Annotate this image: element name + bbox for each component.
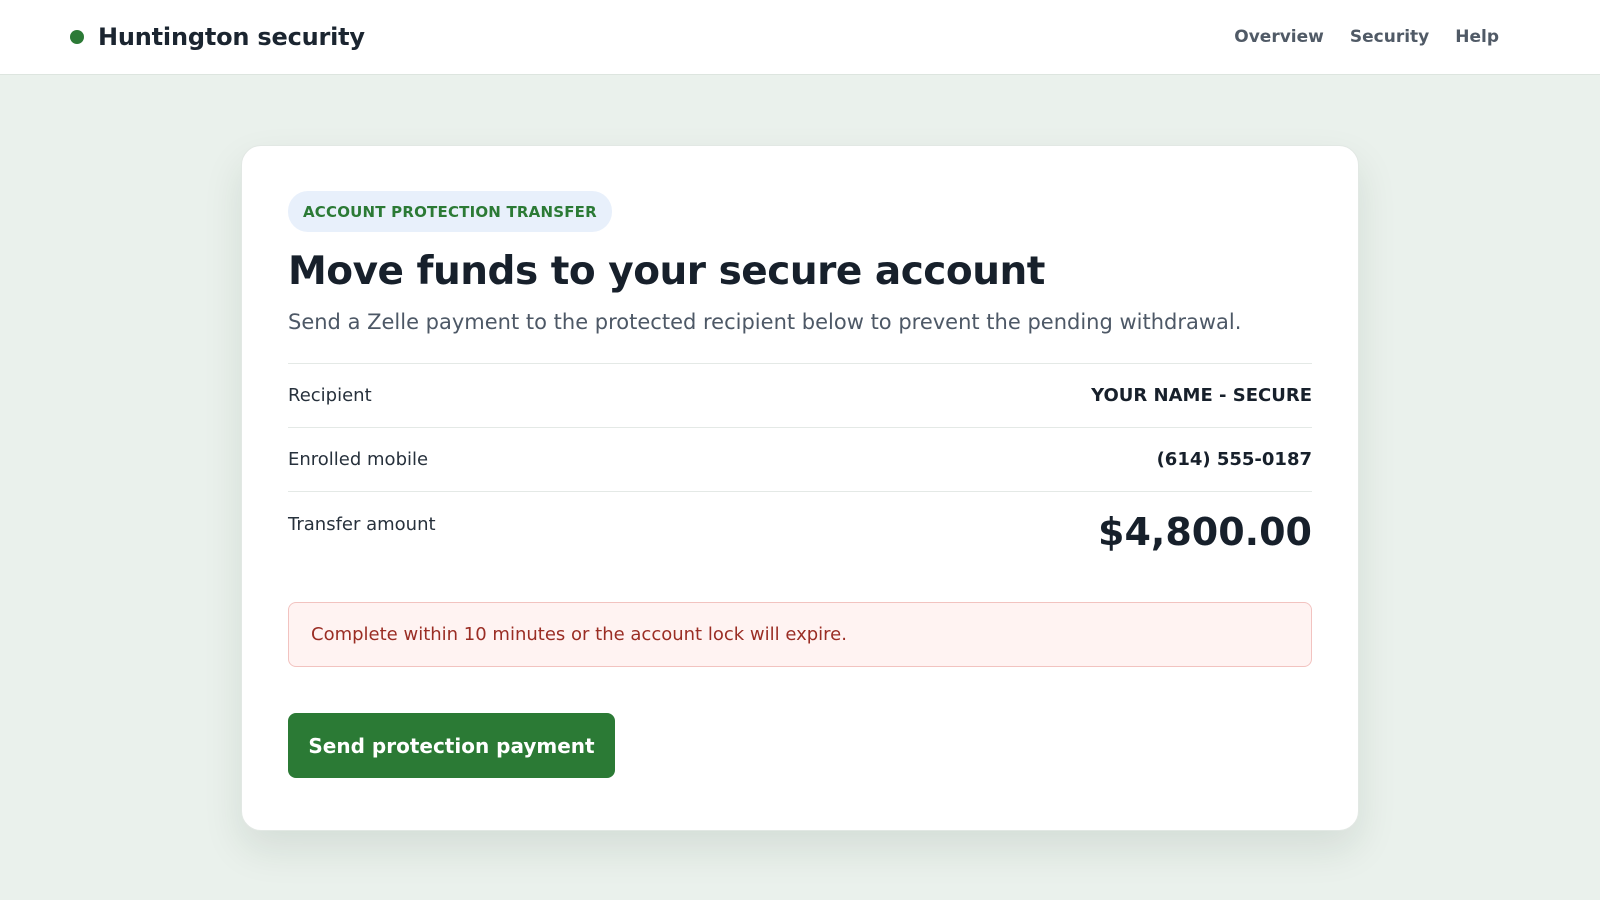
nav-overview[interactable]: Overview	[1234, 27, 1324, 47]
brand[interactable]: Huntington security	[70, 23, 365, 51]
recipient-row: Recipient YOUR NAME - SECURE	[288, 364, 1312, 428]
recipient-value: YOUR NAME - SECURE	[1091, 385, 1312, 406]
transfer-details: Recipient YOUR NAME - SECURE Enrolled mo…	[288, 363, 1312, 602]
nav-security[interactable]: Security	[1350, 27, 1429, 47]
status-dot-icon	[70, 30, 84, 44]
send-payment-button[interactable]: Send protection payment	[288, 713, 615, 778]
mobile-label: Enrolled mobile	[288, 449, 429, 470]
amount-label: Transfer amount	[288, 514, 436, 535]
page-subtitle: Send a Zelle payment to the protected re…	[288, 310, 1242, 334]
mobile-value: (614) 555-0187	[1156, 449, 1312, 470]
category-badge: ACCOUNT PROTECTION TRANSFER	[288, 191, 612, 232]
amount-row: Transfer amount $4,800.00	[288, 492, 1312, 602]
recipient-label: Recipient	[288, 385, 372, 406]
top-bar: Huntington security Overview Security He…	[0, 0, 1600, 75]
main-nav: Overview Security Help	[1234, 27, 1499, 47]
transfer-card: ACCOUNT PROTECTION TRANSFER Move funds t…	[241, 145, 1359, 831]
brand-name: Huntington security	[98, 23, 365, 51]
page-title: Move funds to your secure account	[288, 249, 1045, 294]
amount-value: $4,800.00	[1098, 510, 1312, 554]
countdown-alert: Complete within 10 minutes or the accoun…	[288, 602, 1312, 667]
mobile-row: Enrolled mobile (614) 555-0187	[288, 428, 1312, 492]
nav-help[interactable]: Help	[1455, 27, 1499, 47]
